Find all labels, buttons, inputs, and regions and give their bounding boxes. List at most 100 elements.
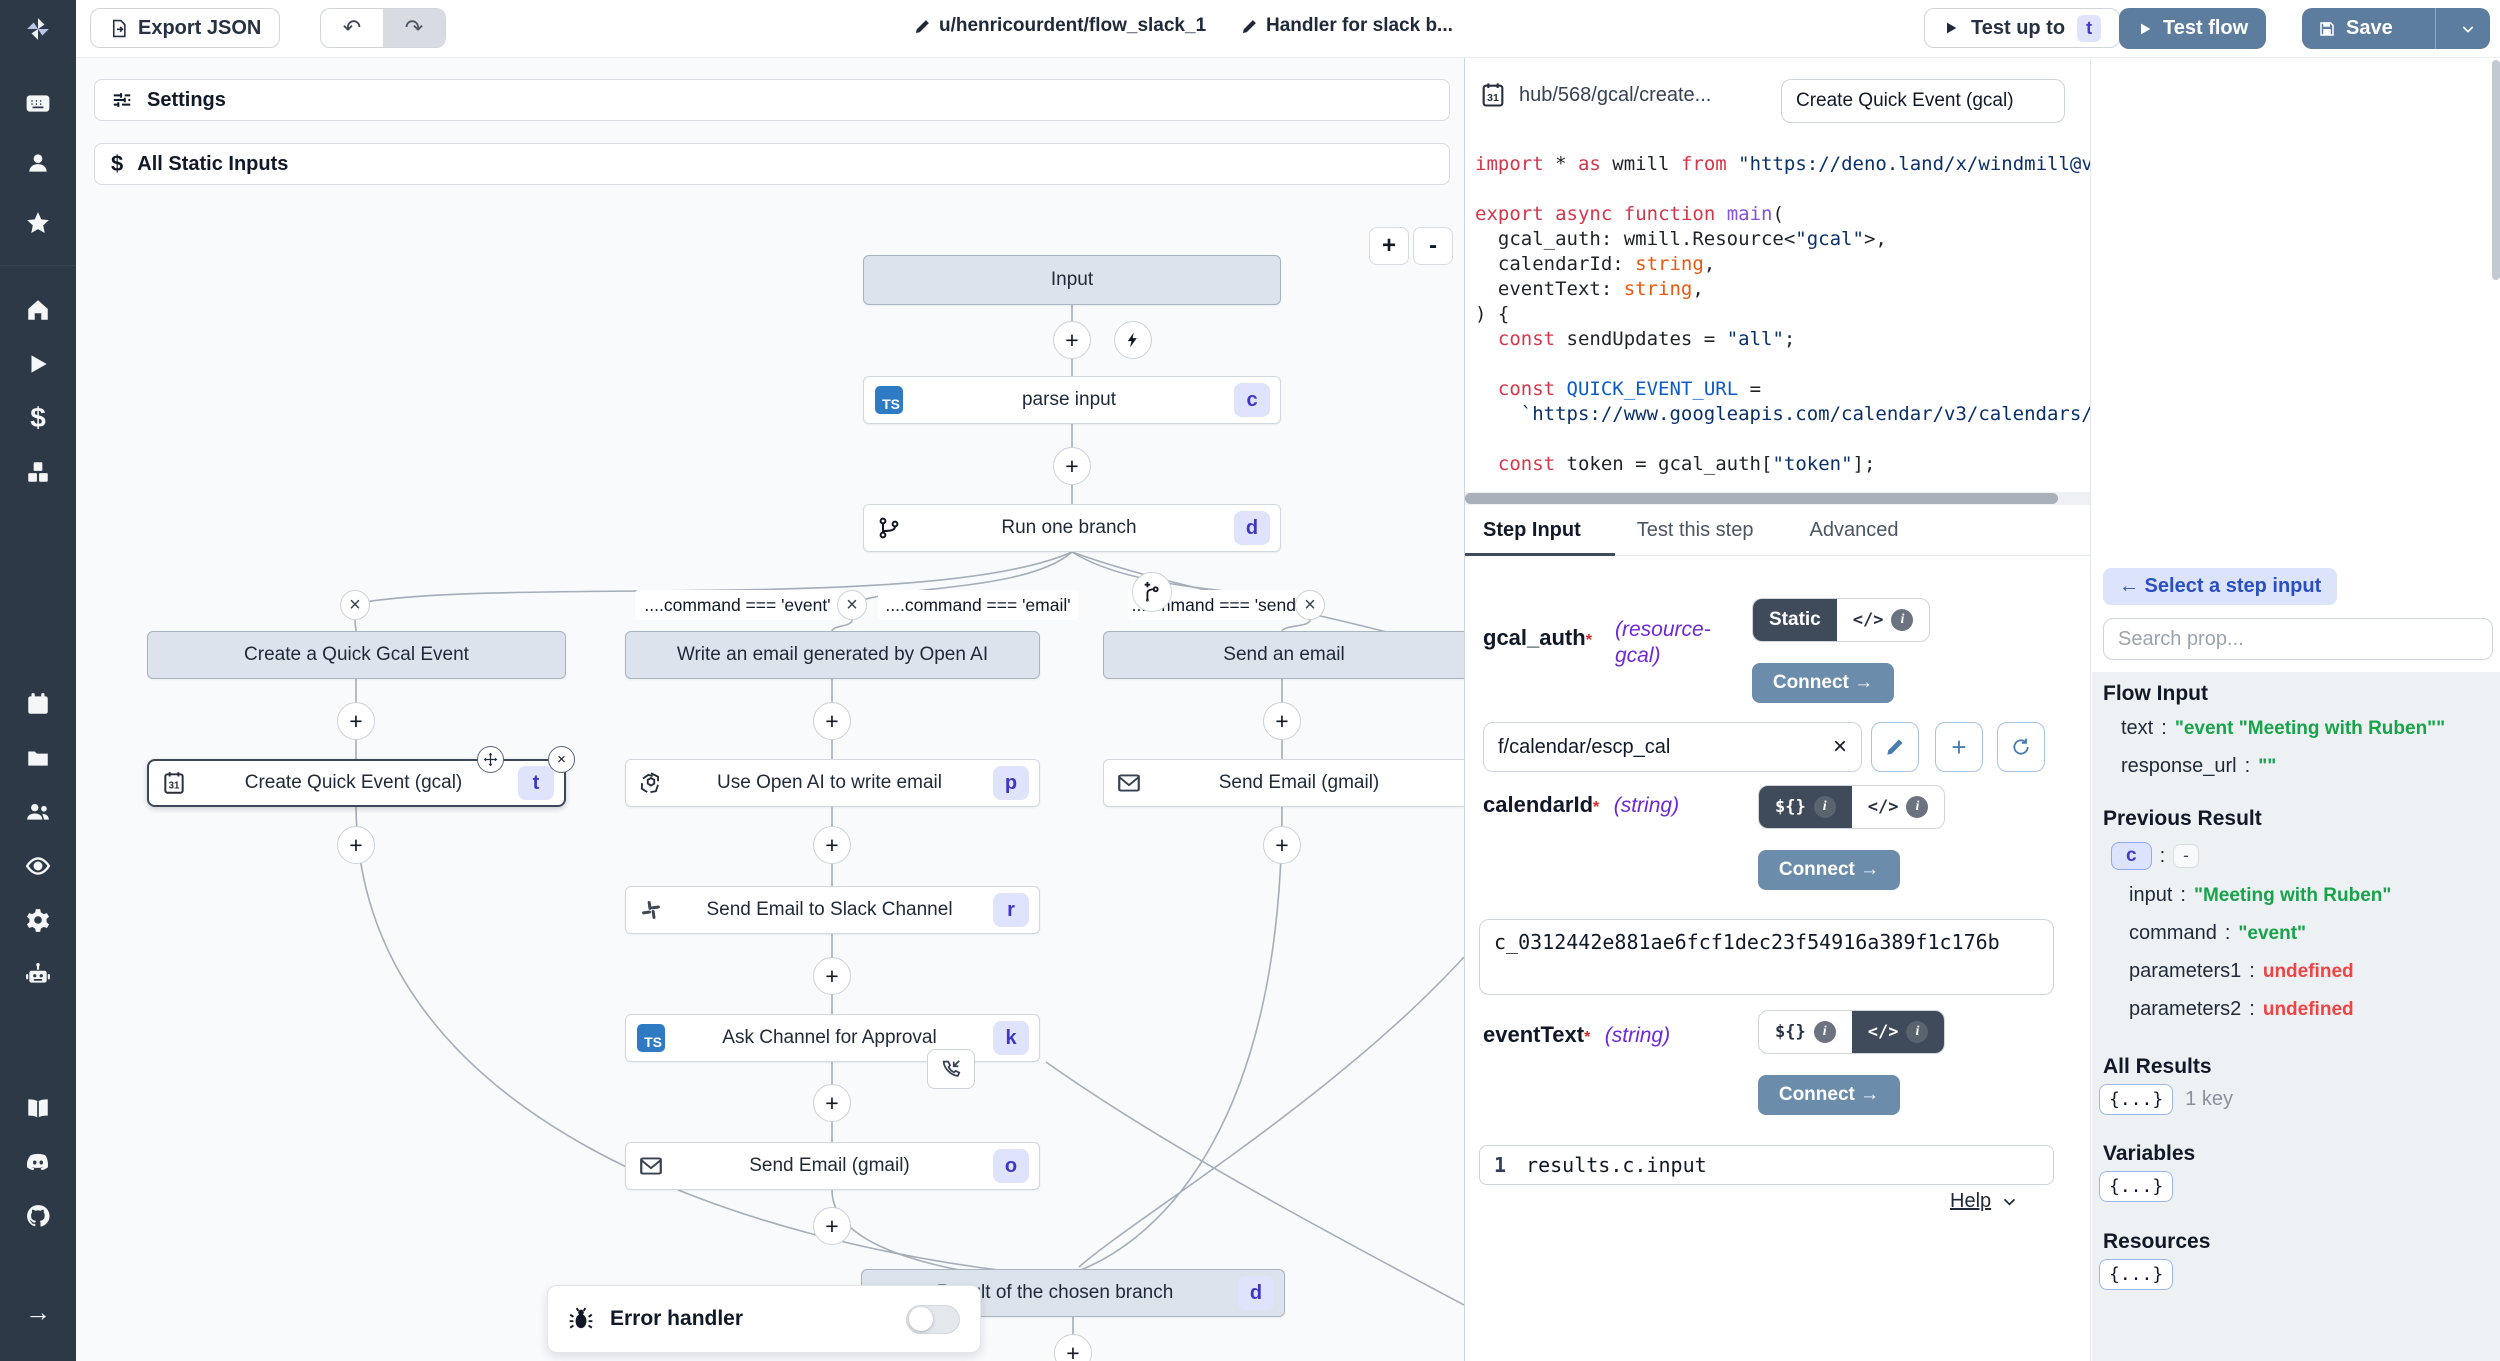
expand-json-button[interactable]: {...} bbox=[2099, 1171, 2173, 1202]
delete-node-button[interactable]: × bbox=[548, 746, 575, 773]
add-branch-button[interactable] bbox=[1132, 572, 1172, 612]
prop-row[interactable]: text:"event "Meeting with Ruben"" bbox=[2121, 717, 2445, 740]
event-text-expression-input[interactable]: 1 results.c.input bbox=[1479, 1145, 2054, 1185]
prop-row[interactable]: parameters1:undefined bbox=[2129, 960, 2354, 983]
previous-result-key[interactable]: c : - bbox=[2111, 842, 2199, 870]
export-json-button[interactable]: Export JSON bbox=[90, 8, 280, 48]
branch-header-send[interactable]: Send an email bbox=[1103, 631, 1464, 679]
static-mode-button[interactable]: Static bbox=[1753, 599, 1837, 641]
gcal-auth-resource-input[interactable]: f/calendar/escp_cal × bbox=[1483, 722, 1862, 772]
node-send-email-slack[interactable]: Send Email to Slack Channel r bbox=[625, 886, 1040, 934]
cubes-icon[interactable] bbox=[0, 452, 76, 492]
javascript-mode-button[interactable]: </>i bbox=[1837, 599, 1930, 641]
node-flow-input[interactable]: Input bbox=[863, 255, 1281, 305]
suspend-approval-indicator[interactable] bbox=[927, 1049, 975, 1089]
github-icon[interactable] bbox=[0, 1196, 76, 1236]
gear-icon[interactable] bbox=[0, 900, 76, 940]
folder-icon[interactable] bbox=[0, 738, 76, 778]
save-button[interactable]: Save bbox=[2302, 17, 2425, 40]
prop-row[interactable]: input:"Meeting with Ruben" bbox=[2129, 884, 2391, 907]
select-step-input-button[interactable]: ← Select a step input bbox=[2103, 568, 2337, 605]
tab-advanced[interactable]: Advanced bbox=[1809, 519, 1898, 542]
flow-settings-bar[interactable]: Settings bbox=[94, 79, 1450, 121]
branch-condition-email[interactable]: ....command === 'email' bbox=[878, 590, 1078, 620]
book-icon[interactable] bbox=[0, 1088, 76, 1128]
template-mode-button[interactable]: ${}i bbox=[1759, 1011, 1852, 1053]
trigger-bolt-button[interactable] bbox=[1114, 321, 1152, 359]
help-link[interactable]: Help bbox=[1950, 1190, 2018, 1213]
add-step-button[interactable]: + bbox=[1053, 447, 1091, 485]
zoom-out-button[interactable]: - bbox=[1413, 227, 1453, 265]
error-handler-bar[interactable]: Error handler bbox=[547, 1285, 981, 1353]
redo-button[interactable]: ↷ bbox=[383, 9, 445, 47]
home-icon[interactable] bbox=[0, 290, 76, 330]
flow-path[interactable]: u/henricourdent/flow_slack_1 bbox=[914, 15, 1206, 37]
eye-icon[interactable] bbox=[0, 846, 76, 886]
users-icon[interactable] bbox=[0, 792, 76, 832]
dollar-icon[interactable]: $ bbox=[0, 398, 76, 438]
step-summary-input[interactable]: Create Quick Event (gcal) bbox=[1781, 79, 2065, 123]
add-step-button[interactable]: + bbox=[337, 826, 375, 864]
collapse-button[interactable]: - bbox=[2173, 844, 2199, 868]
app-grid-icon[interactable] bbox=[0, 83, 76, 123]
calendar-id-connect-button[interactable]: Connect → bbox=[1758, 850, 1900, 890]
node-use-openai[interactable]: Use Open AI to write email p bbox=[625, 759, 1040, 807]
test-up-to-button[interactable]: Test up to t bbox=[1924, 8, 2120, 48]
add-step-button[interactable]: + bbox=[1054, 1334, 1092, 1361]
static-inputs-bar[interactable]: $ All Static Inputs bbox=[94, 143, 1450, 185]
add-step-button[interactable]: + bbox=[813, 702, 851, 740]
windmill-logo[interactable] bbox=[0, 0, 76, 57]
prop-row[interactable]: parameters2:undefined bbox=[2129, 998, 2354, 1021]
node-ask-channel-approval[interactable]: TS Ask Channel for Approval k bbox=[625, 1014, 1040, 1062]
page-scrollbar[interactable] bbox=[2492, 60, 2500, 280]
expand-json-button[interactable]: {...} bbox=[2099, 1259, 2173, 1290]
flow-canvas[interactable]: Settings $ All Static Inputs + - Input +… bbox=[76, 57, 1464, 1361]
add-resource-button[interactable]: + bbox=[1935, 722, 1983, 772]
discord-icon[interactable] bbox=[0, 1142, 76, 1182]
add-step-button[interactable]: + bbox=[813, 826, 851, 864]
save-dropdown-button[interactable] bbox=[2446, 8, 2490, 49]
refresh-resource-button[interactable] bbox=[1997, 722, 2045, 772]
add-step-button[interactable]: + bbox=[813, 957, 851, 995]
branch-header-openai[interactable]: Write an email generated by Open AI bbox=[625, 631, 1040, 679]
move-node-handle[interactable] bbox=[477, 746, 504, 773]
test-flow-button[interactable]: Test flow bbox=[2119, 8, 2266, 49]
undo-button[interactable]: ↶ bbox=[321, 9, 383, 47]
remove-branch-button[interactable]: × bbox=[837, 590, 867, 620]
add-step-button[interactable]: + bbox=[1263, 702, 1301, 740]
node-run-one-branch[interactable]: Run one branch d bbox=[863, 504, 1281, 552]
add-step-button[interactable]: + bbox=[1263, 826, 1301, 864]
expand-json-button[interactable]: {...} bbox=[2099, 1084, 2173, 1115]
zoom-in-button[interactable]: + bbox=[1369, 227, 1409, 265]
add-step-button[interactable]: + bbox=[813, 1207, 851, 1245]
javascript-mode-button[interactable]: </>i bbox=[1852, 1011, 1945, 1053]
flow-summary[interactable]: Handler for slack b... bbox=[1241, 15, 1453, 37]
clear-icon[interactable]: × bbox=[1833, 733, 1847, 761]
node-create-quick-event-gcal[interactable]: 31 Create Quick Event (gcal) t bbox=[147, 759, 566, 807]
add-step-button[interactable]: + bbox=[1053, 321, 1091, 359]
prop-row[interactable]: response_url:"" bbox=[2121, 755, 2276, 778]
add-step-button[interactable]: + bbox=[337, 702, 375, 740]
javascript-mode-button[interactable]: </>i bbox=[1852, 786, 1945, 828]
template-mode-button[interactable]: ${}i bbox=[1759, 786, 1852, 828]
tab-test-this-step[interactable]: Test this step bbox=[1637, 519, 1754, 542]
event-text-connect-button[interactable]: Connect → bbox=[1758, 1075, 1900, 1115]
branch-header-gcal[interactable]: Create a Quick Gcal Event bbox=[147, 631, 566, 679]
edit-resource-button[interactable] bbox=[1871, 722, 1919, 772]
tab-step-input[interactable]: Step Input bbox=[1483, 519, 1581, 542]
branch-condition-event[interactable]: ....command === 'event' bbox=[635, 590, 840, 620]
collapse-arrow-icon[interactable]: → bbox=[0, 1292, 76, 1332]
node-send-email-gmail-right[interactable]: Send Email (gmail) bbox=[1103, 759, 1464, 807]
calendar-id-input[interactable]: c_0312442e881ae6fcf1dec23f54916a389f1c17… bbox=[1479, 919, 2054, 995]
search-prop-input[interactable]: Search prop... bbox=[2103, 618, 2493, 660]
play-icon[interactable] bbox=[0, 344, 76, 384]
gcal-auth-connect-button[interactable]: Connect → bbox=[1752, 663, 1894, 703]
star-icon[interactable] bbox=[0, 203, 76, 243]
node-parse-input[interactable]: TS parse input c bbox=[863, 376, 1281, 424]
remove-branch-button[interactable]: × bbox=[1295, 590, 1325, 620]
remove-branch-button[interactable]: × bbox=[340, 590, 370, 620]
error-handler-toggle[interactable] bbox=[906, 1305, 960, 1334]
add-step-button[interactable]: + bbox=[813, 1084, 851, 1122]
node-send-email-gmail-mid[interactable]: Send Email (gmail) o bbox=[625, 1142, 1040, 1190]
prop-row[interactable]: command:"event" bbox=[2129, 922, 2306, 945]
